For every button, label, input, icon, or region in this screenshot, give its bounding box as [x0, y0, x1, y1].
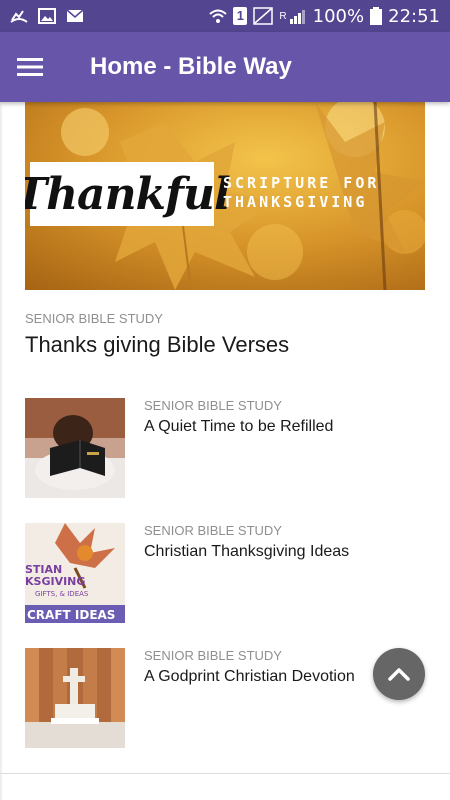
- system-icons: 1 R 100% 22:51: [209, 6, 440, 27]
- article-title: A Godprint Christian Devotion: [144, 668, 355, 685]
- hero-badge: Thankful: [25, 162, 231, 226]
- list-item[interactable]: STIAN KSGIVING GIFTS, & IDEAS CRAFT IDEA…: [25, 523, 450, 623]
- article-title: A Quiet Time to be Refilled: [144, 418, 334, 435]
- hamburger-menu-icon: [17, 58, 43, 76]
- hero-subtitle: SCRIPTURE FOR THANKSGIVING: [223, 174, 379, 212]
- list-item[interactable]: SENIOR BIBLE STUDY A Quiet Time to be Re…: [25, 398, 450, 498]
- hero-badge-text: Thankful: [25, 168, 231, 220]
- thumb-text-line4: CRAFT IDEAS: [27, 608, 115, 622]
- featured-title[interactable]: Thanks giving Bible Verses: [25, 332, 289, 358]
- gallery-icon: [38, 8, 56, 24]
- clock: 22:51: [388, 5, 440, 27]
- article-category: SENIOR BIBLE STUDY: [144, 648, 282, 663]
- featured-category[interactable]: SENIOR BIBLE STUDY: [25, 311, 163, 326]
- missed-call-icon: [10, 10, 28, 23]
- scroll-to-top-button[interactable]: [373, 648, 425, 700]
- article-thumbnail: [25, 648, 125, 748]
- signal-icon: [289, 10, 305, 24]
- chevron-up-icon: [388, 668, 410, 681]
- article-thumbnail: [25, 398, 125, 498]
- signal-empty-icon: [253, 7, 274, 25]
- network-type-label: R: [279, 10, 287, 22]
- article-category: SENIOR BIBLE STUDY: [144, 398, 282, 413]
- status-bar: 1 R 100% 22:51: [0, 0, 450, 32]
- hero-subtitle-line2: THANKSGIVING: [223, 193, 368, 211]
- menu-button[interactable]: [0, 32, 60, 102]
- article-feed[interactable]: Thankful SCRIPTURE FOR THANKSGIVING SENI…: [0, 102, 450, 800]
- reading-bible-image: [25, 398, 125, 498]
- thanksgiving-craft-image: STIAN KSGIVING GIFTS, & IDEAS CRAFT IDEA…: [25, 523, 125, 623]
- notification-icons: [10, 8, 84, 24]
- hero-subtitle-line1: SCRIPTURE FOR: [223, 174, 380, 192]
- divider: [0, 773, 450, 774]
- page-title: Home - Bible Way: [90, 53, 292, 80]
- article-category: SENIOR BIBLE STUDY: [144, 523, 282, 538]
- church-altar-image: [25, 648, 125, 748]
- wifi-icon: [209, 9, 228, 23]
- article-title: Christian Thanksgiving Ideas: [144, 543, 350, 560]
- battery-percent: 100%: [312, 5, 365, 27]
- thumb-text-line2: KSGIVING: [25, 575, 85, 588]
- app-bar: Home - Bible Way: [0, 32, 450, 102]
- thumb-text-line3: GIFTS, & IDEAS: [35, 590, 89, 598]
- sim-icon: 1: [233, 7, 248, 25]
- featured-image[interactable]: Thankful SCRIPTURE FOR THANKSGIVING: [25, 102, 425, 290]
- mail-icon: [66, 9, 84, 22]
- article-thumbnail: STIAN KSGIVING GIFTS, & IDEAS CRAFT IDEA…: [25, 523, 125, 623]
- battery-icon: [370, 7, 383, 25]
- edge-shadow: [0, 102, 3, 800]
